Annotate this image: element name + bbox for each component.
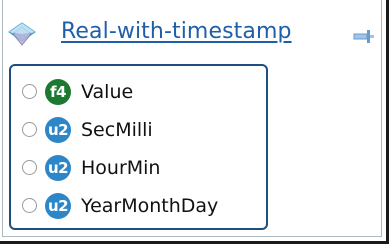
field-label: YearMonthDay (81, 195, 219, 217)
field-label: HourMin (81, 157, 161, 179)
field-radio[interactable] (22, 122, 37, 137)
field-label: Value (81, 81, 134, 103)
pin-icon[interactable] (352, 26, 376, 46)
struct-node-panel: Real-with-timestamp f4 Value u2 SecMilli… (0, 0, 389, 244)
field-row-yearmonthday[interactable]: u2 YearMonthDay (11, 191, 266, 221)
field-radio[interactable] (22, 84, 37, 99)
field-radio[interactable] (22, 160, 37, 175)
node-header: Real-with-timestamp (0, 0, 384, 64)
field-row-secmilli[interactable]: u2 SecMilli (11, 115, 266, 145)
fields-group: f4 Value u2 SecMilli u2 HourMin u2 YearM… (9, 64, 268, 230)
float-type-badge: f4 (45, 79, 71, 105)
uint-type-badge: u2 (45, 117, 71, 143)
field-label: SecMilli (81, 119, 153, 141)
diamond-struct-icon (8, 22, 36, 46)
node-title-link[interactable]: Real-with-timestamp (61, 19, 292, 44)
field-radio[interactable] (22, 198, 37, 213)
uint-type-badge: u2 (45, 193, 71, 219)
uint-type-badge: u2 (45, 155, 71, 181)
field-row-hourmin[interactable]: u2 HourMin (11, 153, 266, 183)
field-row-value[interactable]: f4 Value (11, 77, 266, 107)
